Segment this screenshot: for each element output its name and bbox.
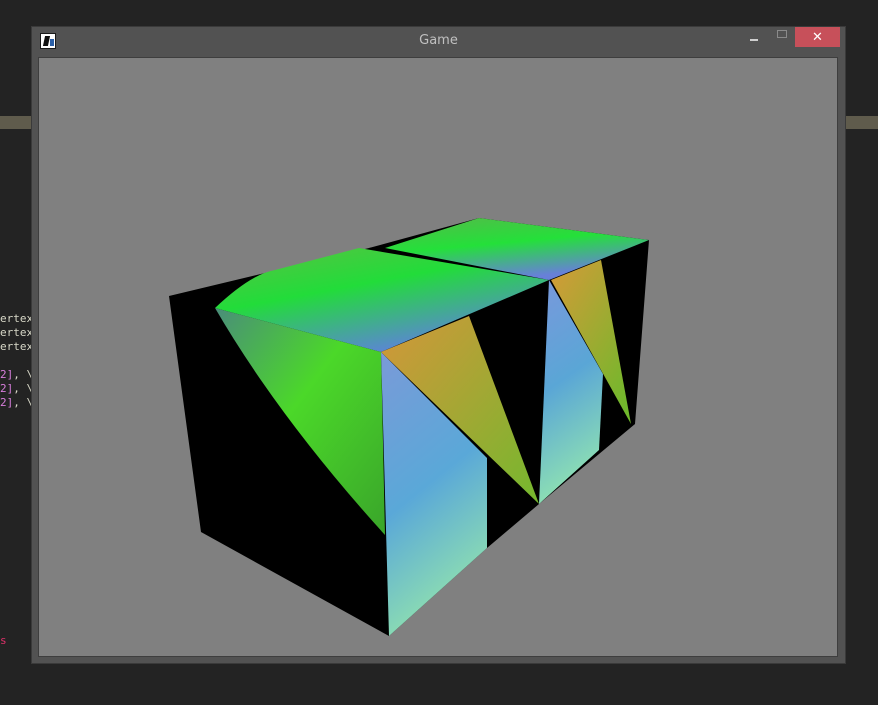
code-line: 2], \	[0, 368, 34, 381]
window-title: Game	[419, 33, 458, 48]
code-line: 2], \	[0, 396, 34, 409]
code-line: 2], \	[0, 382, 34, 395]
maximize-icon	[777, 30, 787, 38]
code-line: ertex	[0, 312, 34, 325]
editor-bar-right	[846, 116, 878, 129]
close-button[interactable]: ✕	[795, 27, 840, 47]
editor-bar-left	[0, 116, 32, 129]
scene-canvas	[169, 218, 649, 636]
close-icon: ✕	[812, 29, 823, 45]
code-line: ertex	[0, 326, 34, 339]
code-stray-char: s	[0, 634, 7, 647]
code-line: ertex	[0, 340, 34, 353]
game-window: Game ✕	[31, 26, 846, 664]
minimize-button[interactable]	[744, 27, 764, 47]
title-bar[interactable]: Game ✕	[32, 27, 845, 57]
game-viewport[interactable]	[38, 57, 838, 657]
maximize-button[interactable]	[772, 27, 792, 47]
minimize-icon	[750, 39, 758, 41]
